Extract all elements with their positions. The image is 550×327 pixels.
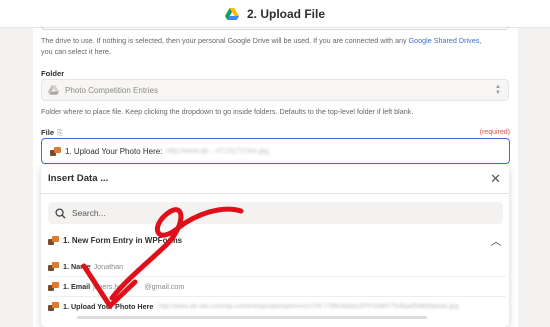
wpforms-icon [48, 235, 59, 245]
wpforms-icon [48, 302, 59, 311]
step-title: 2. Upload File [246, 6, 325, 21]
item-divider [48, 296, 506, 297]
horizontal-scrollbar[interactable] [77, 316, 427, 319]
data-item-key: 1. Name [63, 262, 91, 271]
drive-select-field[interactable] [41, 26, 509, 30]
item-divider [48, 276, 506, 277]
data-item-key: 1. Email [63, 282, 91, 291]
drive-help-comma: , [479, 36, 482, 45]
search-input[interactable] [72, 208, 472, 218]
data-item-value: jbyers.ha [93, 282, 123, 291]
pin-icon: ⎘ [57, 130, 63, 137]
search-box[interactable] [48, 202, 503, 224]
data-item-email[interactable]: 1. Email jbyers.ha @gmail.com [48, 279, 184, 294]
chevron-up-icon[interactable]: ︿ [491, 233, 501, 248]
folder-label: Folder [41, 69, 65, 78]
file-mapped-field-label: 1. Upload Your Photo Here: [65, 146, 163, 156]
folder-value: Photo Competition Entries [65, 85, 158, 95]
required-tag: (required) [479, 129, 510, 136]
updown-chevron-icon: ▲ ▼ [495, 84, 501, 96]
dropdown-divider [41, 193, 509, 194]
insert-data-title: Insert Data ... [48, 173, 109, 184]
drive-help-text: The drive to use. If nothing is selected… [41, 35, 481, 57]
file-input-field[interactable]: 1. Upload Your Photo Here: http://www.ab… [41, 138, 510, 164]
google-drive-icon [224, 7, 239, 20]
shared-drives-link[interactable]: Google Shared Drives [409, 36, 480, 45]
data-item-key: 1. Upload Your Photo Here [63, 302, 154, 311]
data-item-value: Jonathan [93, 262, 124, 271]
close-icon[interactable]: ✕ [490, 171, 501, 187]
google-drive-icon [48, 85, 59, 95]
wpforms-icon [50, 146, 61, 156]
data-item-name[interactable]: 1. Name Jonathan [48, 259, 123, 274]
data-group-header[interactable]: 1. New Form Entry in WPForms ︿ [48, 232, 503, 248]
data-item-value-end: @gmail.com [144, 282, 185, 291]
folder-help-text: Folder where to place file. Keep clickin… [41, 107, 414, 116]
file-label-row: File ⎘ [41, 128, 63, 138]
data-item-upload-photo[interactable]: 1. Upload Your Photo Here http://www.ab-… [48, 299, 458, 314]
file-mapped-field-value: http://www.ab...-07131727/ex.jpg [166, 147, 269, 155]
insert-data-dropdown: Insert Data ... ✕ 1. New Form Entry in W… [41, 165, 509, 327]
data-group-label: 1. New Form Entry in WPForms [63, 235, 183, 245]
search-icon [55, 207, 66, 219]
drive-help-text-start: The drive to use. If nothing is selected… [41, 36, 409, 45]
data-item-value: http://www.ab-site.com/wp-content/upload… [158, 303, 459, 310]
step-header: 2. Upload File [0, 0, 550, 28]
wpforms-icon [48, 282, 59, 291]
file-label: File [41, 128, 55, 137]
wpforms-icon [48, 262, 59, 271]
folder-select[interactable]: Photo Competition Entries ▲ ▼ [41, 79, 509, 101]
drive-help-text-line2: you can select it here. [41, 47, 111, 56]
